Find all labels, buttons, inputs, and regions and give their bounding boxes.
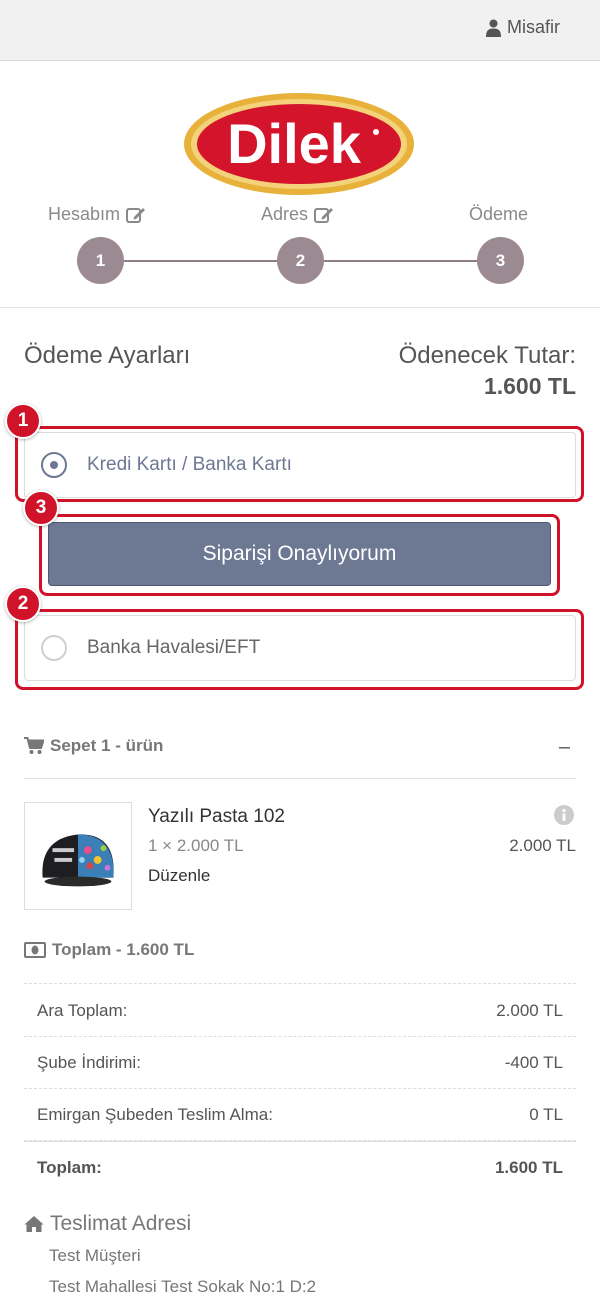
divider xyxy=(24,778,576,779)
annotation-box-3 xyxy=(39,514,560,596)
amount-due-value: 1.600 TL xyxy=(483,373,576,399)
summary-row-total: Toplam: 1.600 TL xyxy=(24,1141,576,1193)
step-circle-1[interactable]: 1 xyxy=(77,237,124,284)
address-line: Test Mahallesi Test Sokak No:1 D:2 xyxy=(49,1277,317,1296)
delivery-address-title: Teslimat Adresi xyxy=(50,1212,192,1235)
annotation-box-2 xyxy=(15,609,584,690)
info-icon[interactable] xyxy=(554,805,574,825)
cart-header[interactable]: Sepet 1 - ürün xyxy=(24,736,163,756)
dilek-logo: Dilek xyxy=(184,93,414,195)
product-qty-price: 1 × 2.000 TL xyxy=(148,836,244,855)
delivery-address-header: Teslimat Adresi xyxy=(24,1212,191,1236)
summary-total-label: Toplam: xyxy=(37,1157,102,1177)
summary-value: -400 TL xyxy=(504,1052,563,1072)
step-payment-label: Ödeme xyxy=(469,204,529,224)
totals-header: Toplam - 1.600 TL xyxy=(24,940,194,960)
summary-label: Emirgan Şubeden Teslim Alma: xyxy=(37,1104,273,1124)
step-circle-3: 3 xyxy=(477,237,524,284)
payment-settings-title: Ödeme Ayarları xyxy=(24,342,191,369)
step-address-label: Adres xyxy=(261,204,309,224)
summary-row-discount: Şube İndirimi: -400 TL xyxy=(24,1037,576,1089)
logo-text: Dilek xyxy=(227,112,362,175)
summary-value: 2.000 TL xyxy=(496,1000,563,1020)
money-icon xyxy=(24,942,46,958)
checkout-steps: Hesabım Adres Ödeme 1 2 3 xyxy=(0,200,600,290)
cart-icon xyxy=(24,737,44,754)
top-bar: Misafir xyxy=(0,0,600,61)
guest-user-label: Misafir xyxy=(507,17,560,37)
product-thumbnail[interactable] xyxy=(24,802,132,910)
annotation-badge-2: 2 xyxy=(5,586,41,622)
totals-header-label: Toplam - 1.600 TL xyxy=(52,940,195,959)
annotation-badge-3: 3 xyxy=(23,490,59,526)
step-account-label: Hesabım xyxy=(48,204,121,224)
annotation-badge-1: 1 xyxy=(5,403,41,439)
guest-user-link[interactable]: Misafir xyxy=(486,17,560,38)
summary-row-pickup: Emirgan Şubeden Teslim Alma: 0 TL xyxy=(24,1089,576,1141)
address-name: Test Müşteri xyxy=(49,1246,141,1265)
product-name[interactable]: Yazılı Pasta 102 xyxy=(148,806,285,828)
cart-header-label: Sepet 1 - ürün xyxy=(50,736,164,755)
product-line-total: 2.000 TL xyxy=(509,836,576,855)
edit-icon xyxy=(126,207,146,223)
summary-total-value: 1.600 TL xyxy=(494,1157,563,1177)
step-account[interactable]: Hesabım xyxy=(48,204,146,225)
edit-icon xyxy=(314,207,334,223)
summary-label: Şube İndirimi: xyxy=(37,1052,141,1072)
home-icon xyxy=(24,1216,44,1232)
step-circle-2[interactable]: 2 xyxy=(277,237,324,284)
amount-due-label: Ödenecek Tutar: xyxy=(398,342,576,369)
divider xyxy=(24,983,576,984)
summary-value: 0 TL xyxy=(529,1104,563,1124)
edit-product-link[interactable]: Düzenle xyxy=(148,866,210,886)
summary-row-subtotal: Ara Toplam: 2.000 TL xyxy=(24,985,576,1037)
summary-label: Ara Toplam: xyxy=(37,1000,128,1020)
annotation-box-1 xyxy=(15,426,584,502)
collapse-toggle[interactable]: – xyxy=(559,736,570,759)
divider xyxy=(0,307,600,308)
user-icon xyxy=(486,19,501,37)
step-payment: Ödeme xyxy=(469,204,528,225)
step-address[interactable]: Adres xyxy=(261,204,334,225)
